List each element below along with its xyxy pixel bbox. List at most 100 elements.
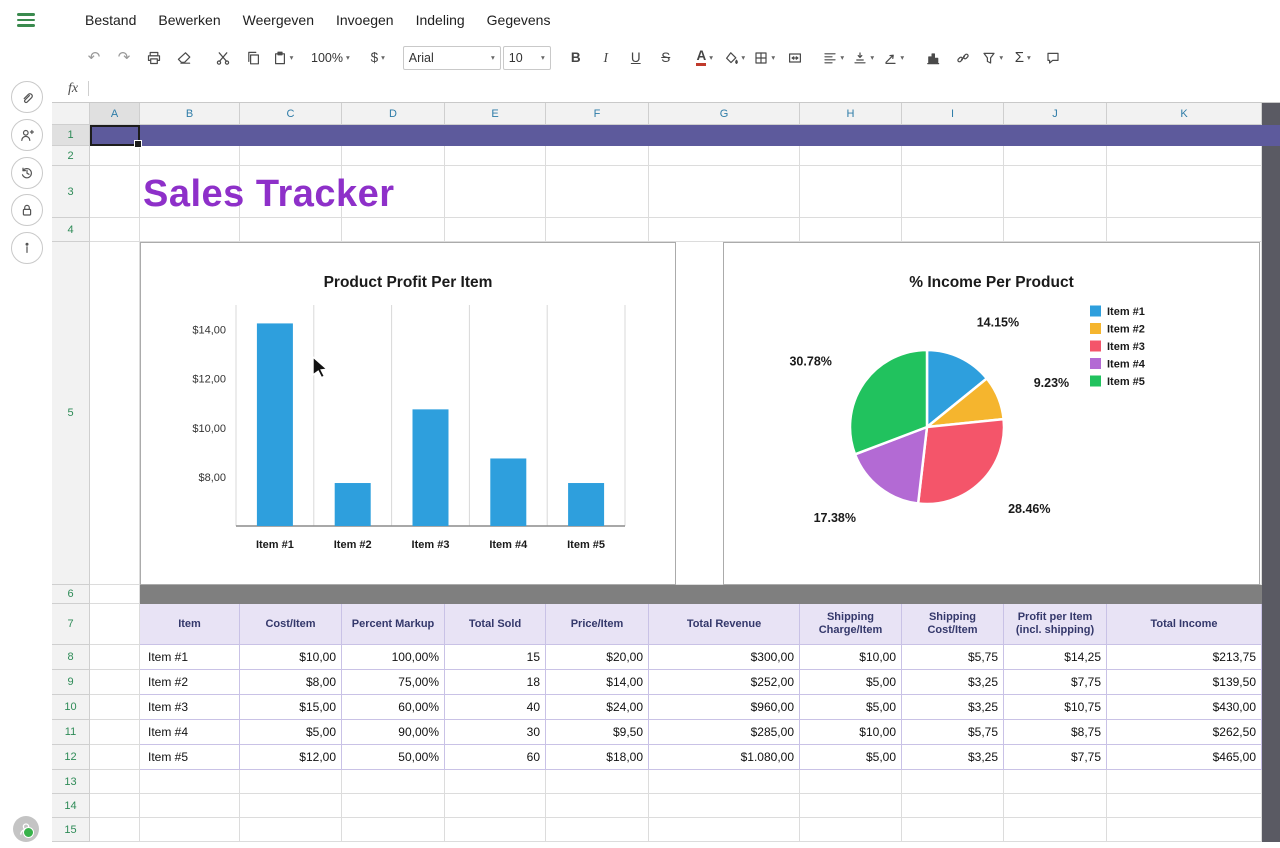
cell-A5[interactable] [90,242,140,585]
cell-K9[interactable]: $139,50 [1107,670,1262,695]
bold-button[interactable]: B [562,46,590,70]
column-header-C[interactable]: C [240,103,342,125]
cell-I13[interactable] [902,770,1004,794]
cell-F3[interactable] [546,166,649,218]
redo-button[interactable]: ↷ [110,46,138,70]
cell-C8[interactable]: $10,00 [240,645,342,670]
cell-J15[interactable] [1004,818,1107,842]
cell-H14[interactable] [800,794,902,818]
cell-H10[interactable]: $5,00 [800,695,902,720]
cell-K7[interactable]: Total Income [1107,604,1262,645]
sidebar-history-button[interactable] [11,156,43,189]
cell-H9[interactable]: $5,00 [800,670,902,695]
cell-G13[interactable] [649,770,800,794]
cell-J11[interactable]: $8,75 [1004,720,1107,745]
cell-H11[interactable]: $10,00 [800,720,902,745]
cut-button[interactable] [209,46,237,70]
cell-G12[interactable]: $1.080,00 [649,745,800,770]
cell-J8[interactable]: $14,25 [1004,645,1107,670]
cell-D2[interactable] [342,146,445,166]
cell-B12[interactable]: Item #5 [140,745,240,770]
zoom-button[interactable]: 100% ▾ [308,46,353,70]
column-header-E[interactable]: E [445,103,546,125]
cell-E9[interactable]: 18 [445,670,546,695]
cell-H12[interactable]: $5,00 [800,745,902,770]
cell-H13[interactable] [800,770,902,794]
cell-B10[interactable]: Item #3 [140,695,240,720]
cell-D4[interactable] [342,218,445,242]
formula-input[interactable] [97,75,1280,102]
menu-item-weergeven[interactable]: Weergeven [232,0,325,40]
row-header-1[interactable]: 1 [52,125,90,146]
borders-button[interactable]: ▾ [751,46,779,70]
sidebar-paperclip-button[interactable] [11,81,43,113]
column-header-J[interactable]: J [1004,103,1107,125]
cell-K2[interactable] [1107,146,1262,166]
cell-G9[interactable]: $252,00 [649,670,800,695]
fill-color-button[interactable]: ▾ [721,46,749,70]
cell-F10[interactable]: $24,00 [546,695,649,720]
cell-A3[interactable] [90,166,140,218]
cell-A15[interactable] [90,818,140,842]
cell-F2[interactable] [546,146,649,166]
cell-I10[interactable]: $3,25 [902,695,1004,720]
row-header-11[interactable]: 11 [52,720,90,745]
cell-J9[interactable]: $7,75 [1004,670,1107,695]
hamburger-menu-icon[interactable] [0,0,52,40]
column-header-A[interactable]: A [90,103,140,125]
currency-format-button[interactable]: $ ▾ [364,46,392,70]
menu-item-bewerken[interactable]: Bewerken [147,0,231,40]
cell-G15[interactable] [649,818,800,842]
row-header-13[interactable]: 13 [52,770,90,794]
row-header-7[interactable]: 7 [52,604,90,645]
cell-I15[interactable] [902,818,1004,842]
cell-D7[interactable]: Percent Markup [342,604,445,645]
cell-I12[interactable]: $3,25 [902,745,1004,770]
cell-F14[interactable] [546,794,649,818]
menu-item-gegevens[interactable]: Gegevens [476,0,562,40]
undo-button[interactable]: ↶ [80,46,108,70]
cell-E2[interactable] [445,146,546,166]
cell-C2[interactable] [240,146,342,166]
cell-D8[interactable]: 100,00% [342,645,445,670]
cell-B2[interactable] [140,146,240,166]
sum-button[interactable]: Σ ▾ [1009,46,1037,70]
cell-B15[interactable] [140,818,240,842]
pie-chart[interactable]: % Income Per Product 14.15% 9.23% 28.46% 17.… [723,242,1260,585]
print-button[interactable] [140,46,168,70]
bar-chart[interactable]: Product Profit Per Item $8,00 $10,00 $12,00… [140,242,676,585]
cell-J4[interactable] [1004,218,1107,242]
cell-I8[interactable]: $5,75 [902,645,1004,670]
cell-C13[interactable] [240,770,342,794]
cell-F15[interactable] [546,818,649,842]
user-avatar[interactable] [13,816,39,842]
cell-E7[interactable]: Total Sold [445,604,546,645]
cell-C14[interactable] [240,794,342,818]
cell-F7[interactable]: Price/Item [546,604,649,645]
cell-B7[interactable]: Item [140,604,240,645]
cell-A12[interactable] [90,745,140,770]
comment-button[interactable] [1039,46,1067,70]
cell-E15[interactable] [445,818,546,842]
cell-H15[interactable] [800,818,902,842]
cell-C7[interactable]: Cost/Item [240,604,342,645]
column-header-G[interactable]: G [649,103,800,125]
cell-C9[interactable]: $8,00 [240,670,342,695]
cell-I2[interactable] [902,146,1004,166]
row-header-2[interactable]: 2 [52,146,90,166]
font-name-button[interactable]: Arial ▾ [402,45,501,70]
cell-A9[interactable] [90,670,140,695]
cell-K3[interactable] [1107,166,1262,218]
clear-format-button[interactable] [170,46,198,70]
column-header-D[interactable]: D [342,103,445,125]
row-header-3[interactable]: 3 [52,166,90,218]
cell-H8[interactable]: $10,00 [800,645,902,670]
font-size-button[interactable]: 10 ▾ [502,45,551,70]
cell-J12[interactable]: $7,75 [1004,745,1107,770]
cell-F4[interactable] [546,218,649,242]
cell-D11[interactable]: 90,00% [342,720,445,745]
cell-G14[interactable] [649,794,800,818]
cell-A8[interactable] [90,645,140,670]
cell-E8[interactable]: 15 [445,645,546,670]
cell-A13[interactable] [90,770,140,794]
